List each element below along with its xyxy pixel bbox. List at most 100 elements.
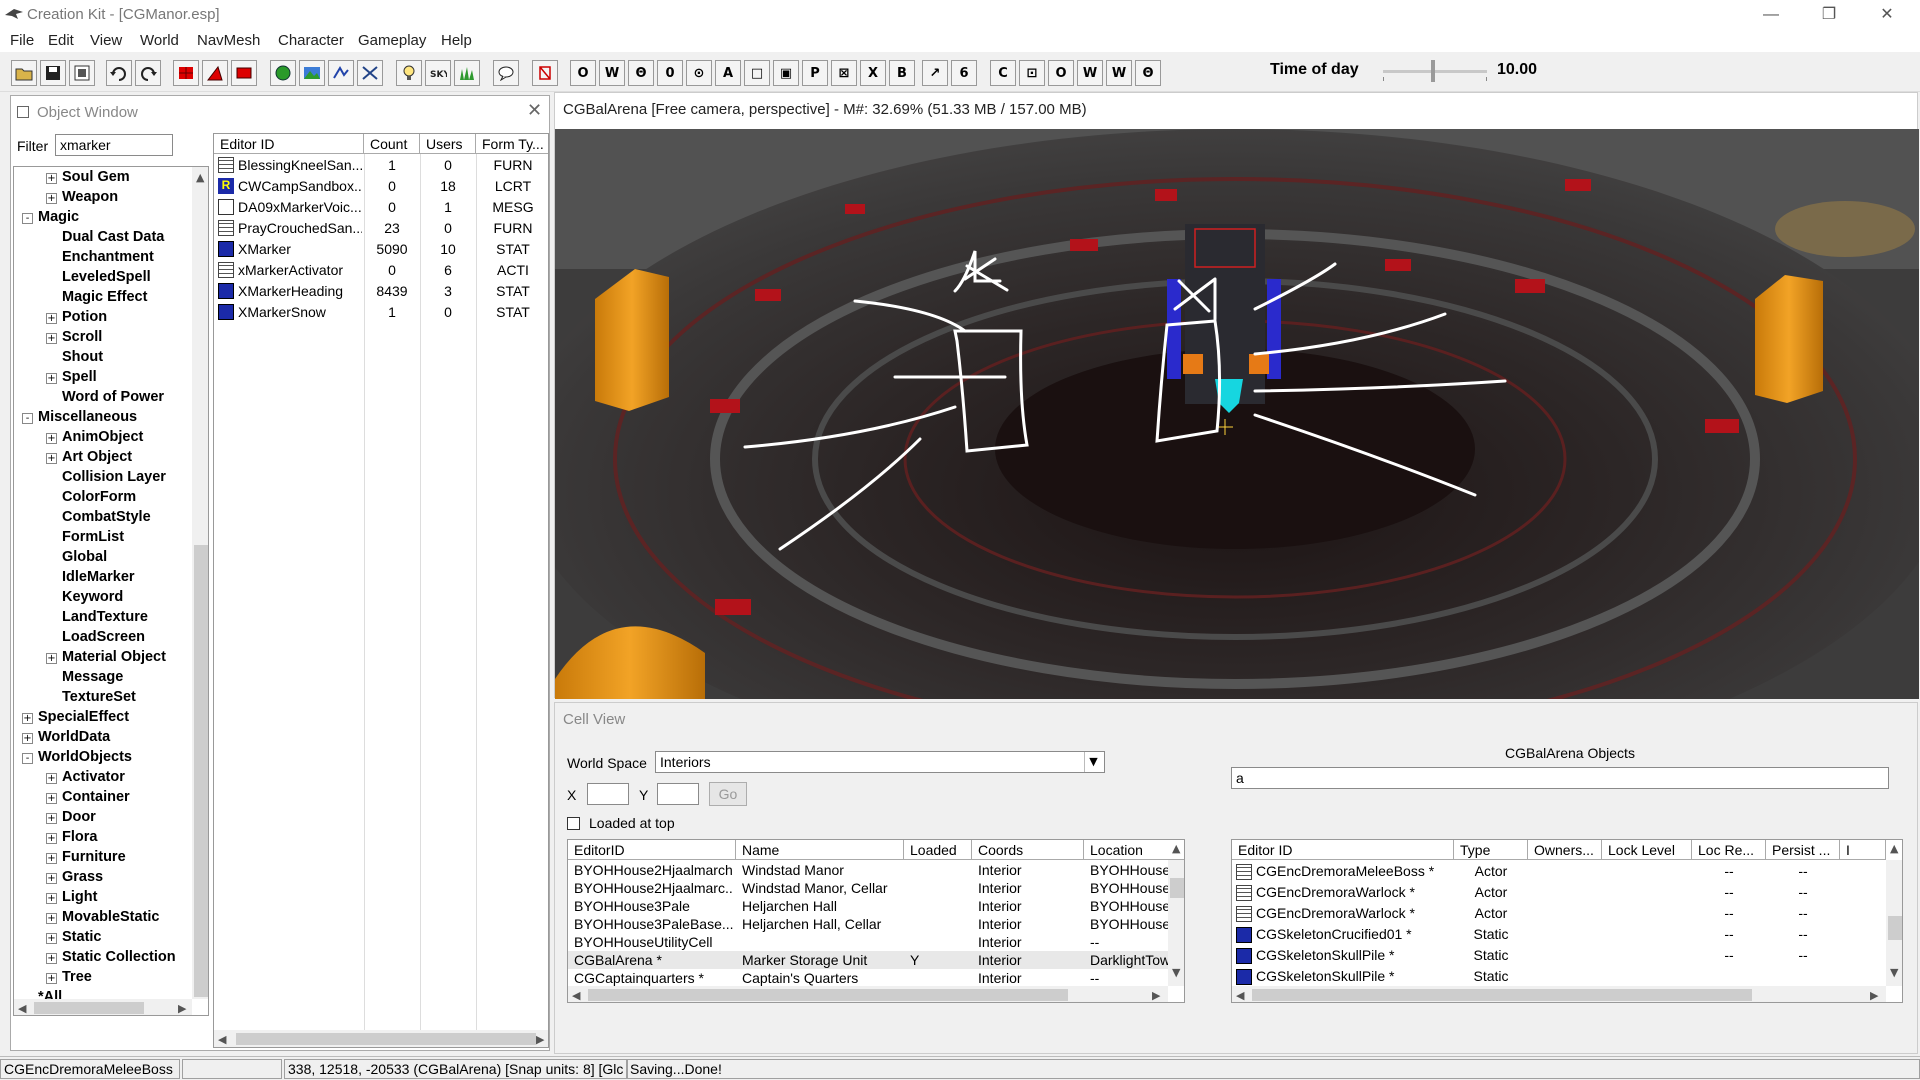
tree-item[interactable]: LeveledSpell bbox=[62, 269, 151, 285]
tree-expander-icon[interactable]: - bbox=[22, 413, 33, 424]
tree-item[interactable]: Weapon bbox=[62, 189, 118, 205]
scroll-left-arrow-icon[interactable]: ◀ bbox=[1236, 989, 1244, 1002]
list-row[interactable]: XMarkerHeading 8439 3 STAT bbox=[214, 281, 548, 302]
column-loc-ref[interactable]: Loc Re... bbox=[1692, 840, 1766, 860]
havok-button[interactable] bbox=[328, 60, 354, 86]
table-row[interactable]: CGEncDremoraWarlock * Actor -- -- bbox=[1232, 904, 1886, 925]
time-of-day-slider-thumb[interactable] bbox=[1430, 60, 1435, 82]
redo-button[interactable] bbox=[135, 60, 161, 86]
tree-item[interactable]: Shout bbox=[62, 349, 103, 365]
render-objects-button[interactable] bbox=[231, 60, 257, 86]
tree-expander-icon[interactable]: - bbox=[22, 753, 33, 764]
select-objects-button[interactable] bbox=[173, 60, 199, 86]
table-row[interactable]: CGEncDremoraWarlock * Actor -- -- bbox=[1232, 883, 1886, 904]
list-row[interactable]: DA09xMarkerVoic... 0 1 MESG bbox=[214, 197, 548, 218]
tree-item[interactable]: Flora bbox=[62, 829, 97, 845]
tool-button-20[interactable]: Θ bbox=[1135, 60, 1161, 86]
tree-expander-icon[interactable]: - bbox=[22, 213, 33, 224]
minimize-button[interactable]: — bbox=[1748, 0, 1794, 30]
tool-button-19[interactable]: W bbox=[1106, 60, 1132, 86]
toggle-world-button[interactable] bbox=[270, 60, 296, 86]
time-of-day-slider[interactable] bbox=[1383, 70, 1487, 73]
scroll-up-arrow-icon[interactable]: ▲ bbox=[1172, 842, 1180, 855]
tree-item[interactable]: Magic bbox=[38, 209, 79, 225]
toggle-sky-button[interactable]: SKY bbox=[425, 60, 451, 86]
column-type[interactable]: Type bbox=[1454, 840, 1528, 860]
go-button[interactable]: Go bbox=[709, 782, 747, 806]
tool-button-6[interactable]: A bbox=[715, 60, 741, 86]
list-row[interactable]: BlessingKneelSan... 1 0 FURN bbox=[214, 155, 548, 176]
tree-expander-icon[interactable]: + bbox=[46, 453, 57, 464]
column-owners[interactable]: Owners... bbox=[1528, 840, 1602, 860]
tree-item[interactable]: Static bbox=[62, 929, 102, 945]
tree-item[interactable]: LandTexture bbox=[62, 609, 148, 625]
restore-button[interactable]: ❐ bbox=[1806, 0, 1852, 30]
tree-expander-icon[interactable]: + bbox=[46, 333, 57, 344]
tree-item[interactable]: Soul Gem bbox=[62, 169, 130, 185]
y-coordinate-input[interactable] bbox=[657, 783, 699, 805]
tree-item[interactable]: Message bbox=[62, 669, 123, 685]
objects-hscroll-thumb[interactable] bbox=[1252, 989, 1752, 1001]
tree-item[interactable]: AnimObject bbox=[62, 429, 143, 445]
tree-expander-icon[interactable]: + bbox=[46, 773, 57, 784]
toggle-markers-button[interactable] bbox=[357, 60, 383, 86]
scroll-down-arrow-icon[interactable]: ▼ bbox=[1172, 966, 1180, 979]
tree-item[interactable]: IdleMarker bbox=[62, 569, 135, 585]
menu-view[interactable]: View bbox=[90, 32, 122, 49]
tree-item[interactable]: LoadScreen bbox=[62, 629, 145, 645]
toggle-grass-button[interactable] bbox=[454, 60, 480, 86]
tree-item[interactable]: SpecialEffect bbox=[38, 709, 129, 725]
tree-item[interactable]: CombatStyle bbox=[62, 509, 151, 525]
cell-list-vscroll-thumb[interactable] bbox=[1170, 878, 1184, 898]
menu-navmesh[interactable]: NavMesh bbox=[197, 32, 260, 49]
scroll-left-arrow-icon[interactable]: ◀ bbox=[218, 1033, 226, 1046]
animation-button[interactable] bbox=[532, 60, 558, 86]
tree-item[interactable]: Collision Layer bbox=[62, 469, 166, 485]
tool-button-10[interactable]: ⊠ bbox=[831, 60, 857, 86]
column-editorid[interactable]: EditorID bbox=[568, 840, 736, 860]
tree-item[interactable]: Art Object bbox=[62, 449, 132, 465]
tree-expander-icon[interactable]: + bbox=[46, 853, 57, 864]
list-row[interactable]: PrayCrouchedSan... 23 0 FURN bbox=[214, 218, 548, 239]
column-count[interactable]: Count bbox=[364, 134, 420, 154]
tool-button-12[interactable]: B bbox=[889, 60, 915, 86]
tool-button-11[interactable]: X bbox=[860, 60, 886, 86]
tool-button-8[interactable]: ▣ bbox=[773, 60, 799, 86]
open-file-button[interactable] bbox=[11, 60, 37, 86]
list-row[interactable]: XMarker 5090 10 STAT bbox=[214, 239, 548, 260]
tree-expander-icon[interactable]: + bbox=[46, 313, 57, 324]
tree-expander-icon[interactable]: + bbox=[46, 373, 57, 384]
table-row[interactable]: CGBalArena * Marker Storage Unit Y Interior… bbox=[568, 951, 1170, 969]
tree-item[interactable]: TextureSet bbox=[62, 689, 136, 705]
tree-expander-icon[interactable]: + bbox=[22, 733, 33, 744]
scroll-right-arrow-icon[interactable]: ▶ bbox=[1870, 989, 1878, 1002]
column-extra[interactable]: I bbox=[1840, 840, 1886, 860]
toggle-lights-button[interactable] bbox=[396, 60, 422, 86]
tree-item[interactable]: Activator bbox=[62, 769, 125, 785]
tree-item[interactable]: Light bbox=[62, 889, 97, 905]
column-lock-level[interactable]: Lock Level bbox=[1602, 840, 1692, 860]
cell-list-hscroll-thumb[interactable] bbox=[588, 989, 1068, 1001]
scroll-down-arrow-icon[interactable]: ▼ bbox=[1890, 966, 1898, 979]
scroll-left-arrow-icon[interactable]: ◀ bbox=[18, 1002, 26, 1015]
tree-expander-icon[interactable]: + bbox=[46, 893, 57, 904]
tool-button-16[interactable]: ⊡ bbox=[1019, 60, 1045, 86]
tool-button-4[interactable]: 0 bbox=[657, 60, 683, 86]
tree-item[interactable]: Material Object bbox=[62, 649, 166, 665]
tree-expander-icon[interactable]: + bbox=[46, 933, 57, 944]
toggle-landscape-button[interactable] bbox=[299, 60, 325, 86]
tree-item[interactable]: WorldObjects bbox=[38, 749, 132, 765]
column-persist[interactable]: Persist ... bbox=[1766, 840, 1840, 860]
tree-expander-icon[interactable]: + bbox=[46, 913, 57, 924]
table-row[interactable]: CGSkeletonSkullPile * Static bbox=[1232, 967, 1886, 988]
column-loaded[interactable]: Loaded bbox=[904, 840, 972, 860]
tree-item[interactable]: ColorForm bbox=[62, 489, 136, 505]
tool-button-3[interactable]: Θ bbox=[628, 60, 654, 86]
tree-item[interactable]: Keyword bbox=[62, 589, 123, 605]
scroll-right-arrow-icon[interactable]: ▶ bbox=[536, 1033, 544, 1046]
column-location[interactable]: Location bbox=[1084, 840, 1184, 860]
menu-character[interactable]: Character bbox=[278, 32, 344, 49]
menu-edit[interactable]: Edit bbox=[48, 32, 74, 49]
table-row[interactable]: CGEncDremoraMeleeBoss * Actor -- -- bbox=[1232, 862, 1886, 883]
tool-button-9[interactable]: P bbox=[802, 60, 828, 86]
